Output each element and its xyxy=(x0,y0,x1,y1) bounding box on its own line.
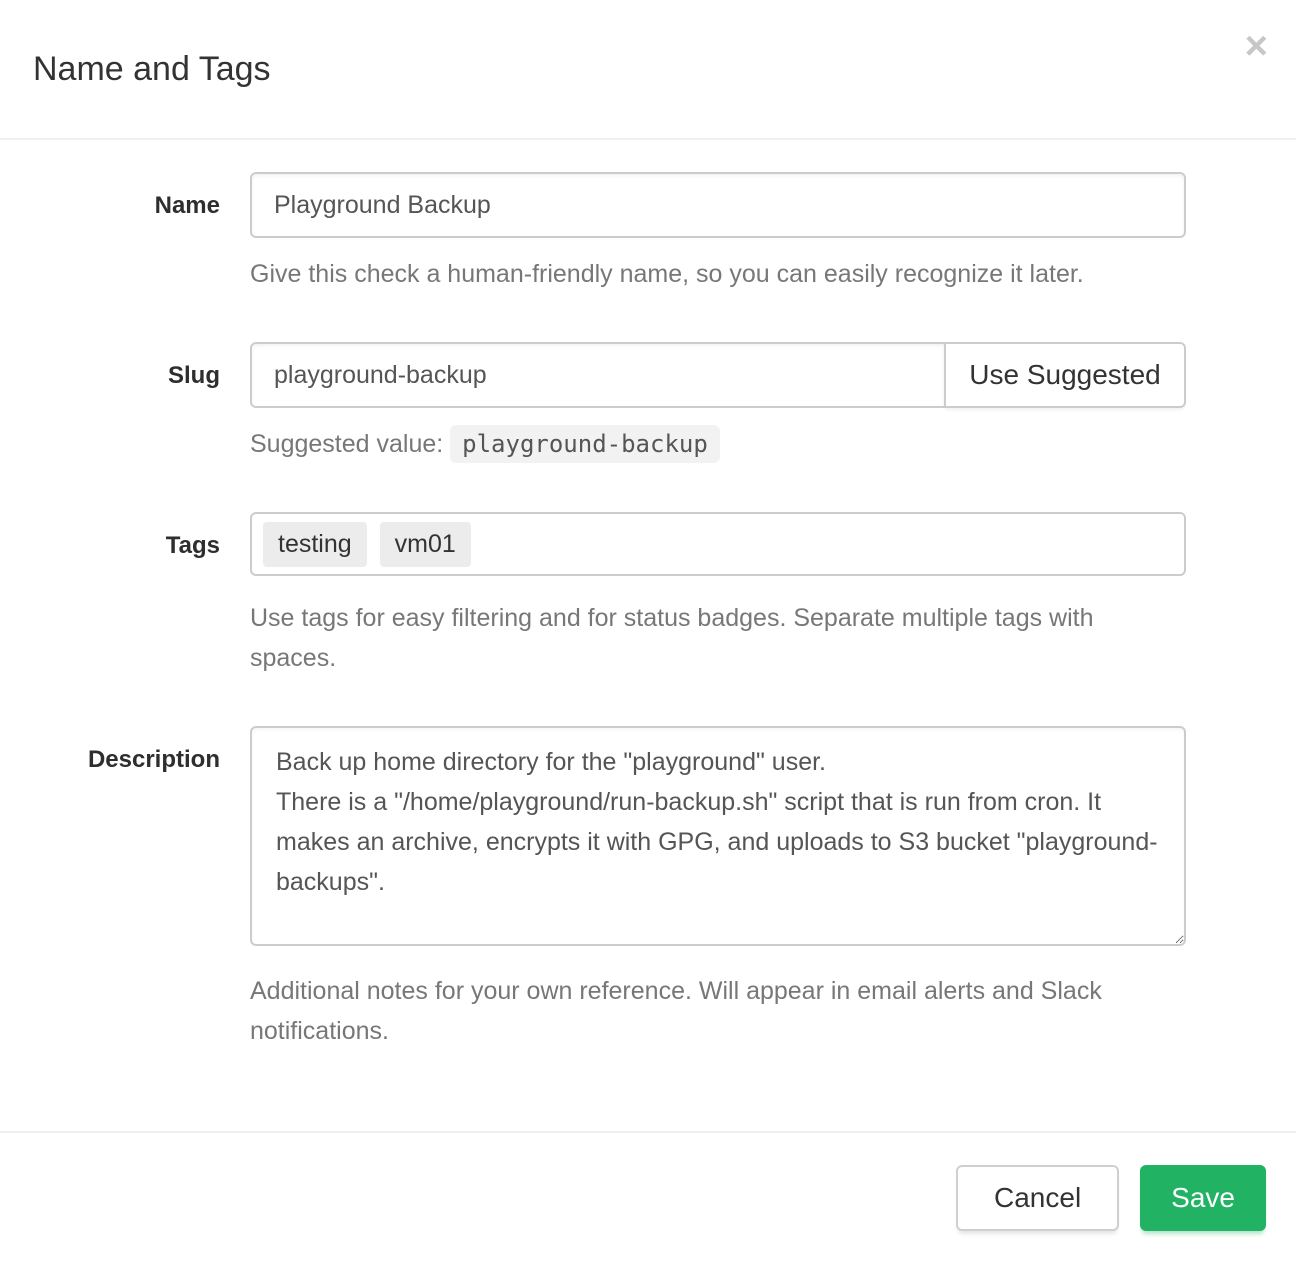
modal-footer: Cancel Save xyxy=(0,1131,1296,1263)
modal-title: Name and Tags xyxy=(33,50,271,89)
cancel-button[interactable]: Cancel xyxy=(956,1165,1119,1231)
description-label: Description xyxy=(0,726,250,1051)
tags-form-row: Tags testing vm01 Use tags for easy filt… xyxy=(0,512,1296,678)
tag-chip-testing[interactable]: testing xyxy=(263,522,367,567)
close-icon[interactable]: × xyxy=(1245,26,1268,66)
name-label: Name xyxy=(0,172,250,294)
slug-input[interactable] xyxy=(250,342,946,408)
name-form-row: Name Give this check a human-friendly na… xyxy=(0,172,1296,294)
save-button[interactable]: Save xyxy=(1140,1165,1266,1231)
use-suggested-button[interactable]: Use Suggested xyxy=(944,342,1186,408)
tags-input[interactable]: testing vm01 xyxy=(250,512,1186,576)
modal-header: Name and Tags × xyxy=(0,0,1296,140)
slug-form-row: Slug Use Suggested Suggested value: play… xyxy=(0,342,1296,464)
suggested-value-prefix: Suggested value: xyxy=(250,430,443,458)
slug-label: Slug xyxy=(0,342,250,464)
slug-input-group: Use Suggested xyxy=(250,342,1186,408)
modal-body: Name Give this check a human-friendly na… xyxy=(0,140,1296,1051)
slug-help-text: Suggested value: playground-backup xyxy=(250,424,1186,464)
name-input[interactable] xyxy=(250,172,1186,238)
tags-label: Tags xyxy=(0,512,250,678)
tag-chip-vm01[interactable]: vm01 xyxy=(380,522,471,567)
description-textarea[interactable]: Back up home directory for the "playgrou… xyxy=(250,726,1186,946)
suggested-value-code: playground-backup xyxy=(450,425,720,463)
description-form-row: Description Back up home directory for t… xyxy=(0,726,1296,1051)
name-help-text: Give this check a human-friendly name, s… xyxy=(250,254,1186,294)
tags-help-text: Use tags for easy filtering and for stat… xyxy=(250,598,1186,678)
description-help-text: Additional notes for your own reference.… xyxy=(250,971,1186,1051)
